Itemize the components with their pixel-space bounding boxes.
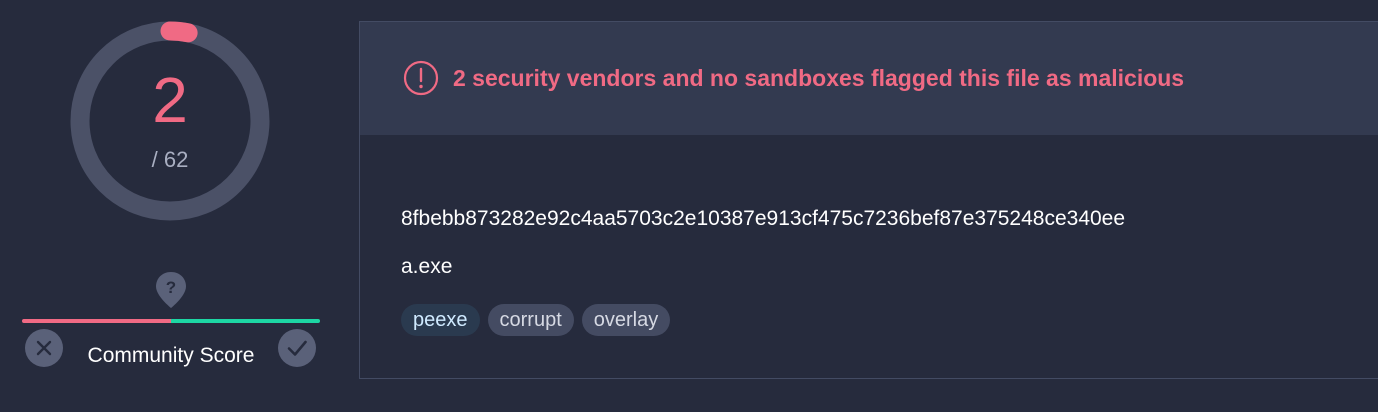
detection-total: / 62 xyxy=(151,147,189,172)
file-summary-card: 2 security vendors and no sandboxes flag… xyxy=(359,21,1378,379)
tag-overlay[interactable]: overlay xyxy=(581,304,671,336)
vote-malicious-button[interactable] xyxy=(25,329,63,367)
question-marker-icon[interactable]: ? xyxy=(154,270,188,310)
svg-text:?: ? xyxy=(166,278,176,297)
exclamation-circle-icon xyxy=(403,60,439,96)
community-score-label: Community Score xyxy=(87,344,255,367)
file-name: a.exe xyxy=(401,255,453,278)
file-tags: peexe corrupt overlay xyxy=(401,304,671,336)
check-icon xyxy=(287,340,307,356)
close-icon xyxy=(36,340,52,356)
detection-alert-message: 2 security vendors and no sandboxes flag… xyxy=(453,65,1185,91)
score-ring-progress xyxy=(160,21,198,43)
tag-peexe[interactable]: peexe xyxy=(401,304,480,336)
detection-count: 2 xyxy=(152,64,188,136)
community-score-positive xyxy=(171,319,320,323)
tag-corrupt[interactable]: corrupt xyxy=(487,304,574,336)
detection-score-ring: 2 / 62 xyxy=(70,21,270,221)
file-hash[interactable]: 8fbebb873282e92c4aa5703c2e10387e913cf475… xyxy=(401,207,1125,231)
vote-harmless-button[interactable] xyxy=(278,329,316,367)
community-score-negative xyxy=(22,319,171,323)
community-score-bar xyxy=(22,319,320,323)
detection-alert-banner: 2 security vendors and no sandboxes flag… xyxy=(360,22,1378,135)
